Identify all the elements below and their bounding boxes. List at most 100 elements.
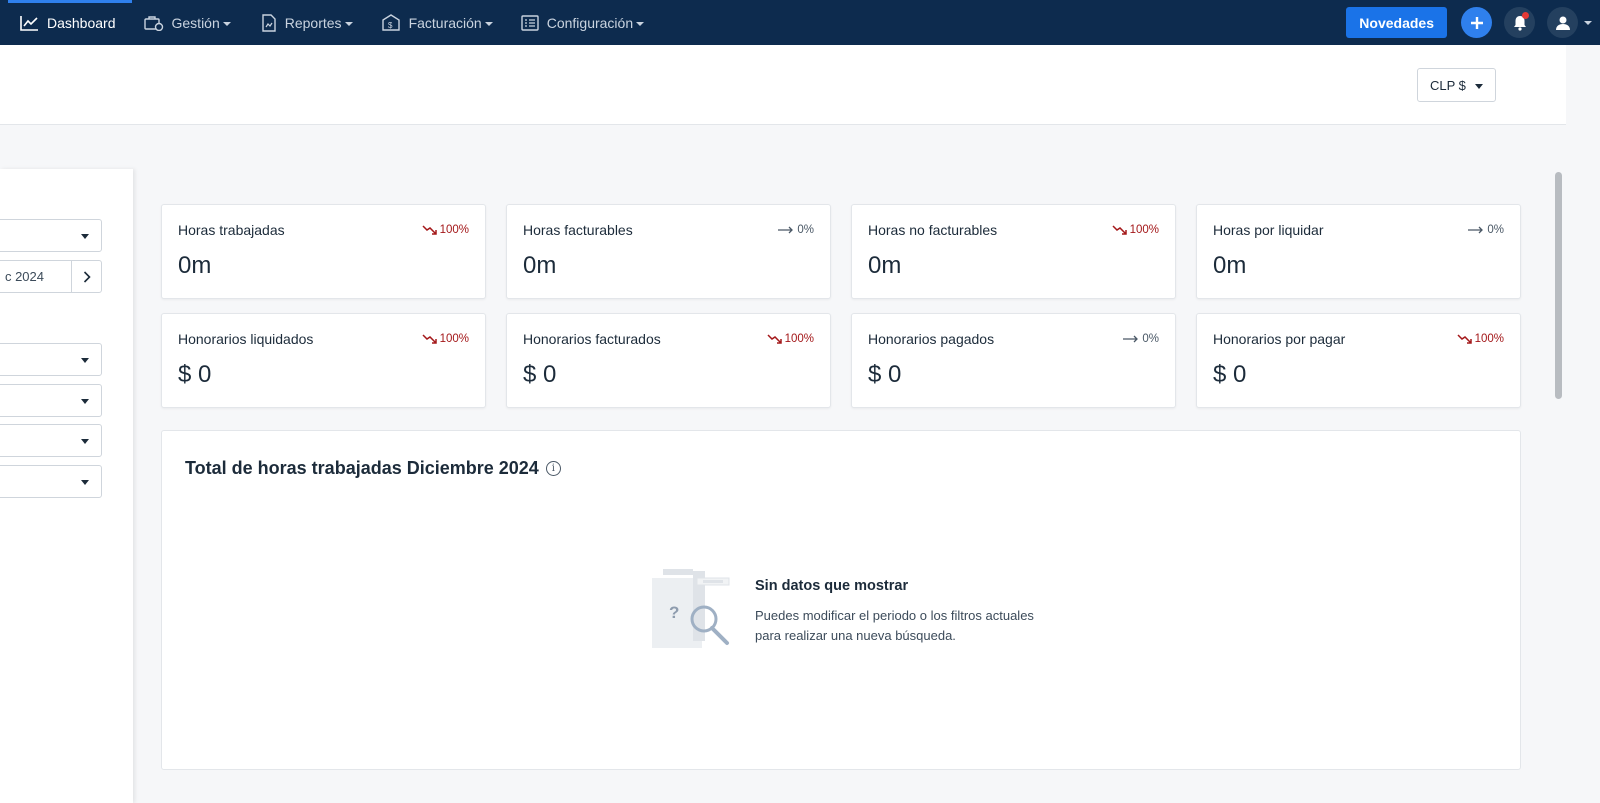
chevron-right-icon (83, 270, 91, 283)
novedades-button[interactable]: Novedades (1346, 7, 1447, 38)
kpi-label: Honorarios liquidados (178, 331, 314, 347)
user-icon (1555, 16, 1570, 30)
nav-configuracion[interactable]: Configuración (511, 0, 654, 45)
nav-reportes-label: Reportes (284, 14, 342, 31)
kpi-trend-value: 0% (797, 224, 814, 236)
chevron-down-icon (636, 21, 645, 26)
kpi-trend-value: 100% (439, 224, 469, 236)
scrollbar[interactable] (1553, 169, 1566, 803)
filter-select-1[interactable] (0, 343, 102, 376)
kpi-trend: 0% (1123, 333, 1159, 345)
nav-gestion-label: Gestión (171, 14, 220, 31)
kpi-card: Horas por liquidar 0% 0m (1196, 204, 1521, 299)
kpi-trend: 100% (422, 333, 469, 345)
notifications-button[interactable] (1504, 7, 1535, 38)
kpi-trend: 0% (1468, 224, 1504, 236)
chevron-down-icon (222, 21, 231, 26)
chart-title-text: Total de horas trabajadas Diciembre 2024 (185, 458, 539, 478)
currency-value: CLP $ (1430, 77, 1466, 93)
nav-gestion[interactable]: Gestión (134, 0, 241, 45)
kpi-label: Honorarios facturados (523, 331, 661, 347)
kpi-value: $ 0 (523, 361, 557, 388)
active-nav-indicator (8, 0, 132, 3)
list-icon (521, 14, 539, 31)
arrow-right-icon (1468, 226, 1484, 234)
trend-down-icon (767, 334, 782, 344)
filter-select-3[interactable] (0, 424, 102, 457)
empty-state-text: Puedes modificar el periodo o los filtro… (755, 608, 1034, 643)
svg-text:$: $ (388, 21, 393, 30)
nav-facturacion-label: Facturación (408, 14, 482, 31)
kpi-trend-value: 0% (1487, 224, 1504, 236)
briefcase-icon (143, 15, 163, 31)
chevron-down-icon (1475, 84, 1483, 89)
chevron-down-icon (81, 439, 89, 444)
empty-search-illustration-icon: ? (652, 569, 730, 648)
chevron-down-icon (81, 399, 89, 404)
kpi-trend-value: 100% (1474, 333, 1504, 345)
kpi-label: Honorarios pagados (868, 331, 995, 347)
kpi-trend-value: 0% (1142, 333, 1159, 345)
svg-text:?: ? (669, 603, 679, 622)
arrow-right-icon (778, 226, 794, 234)
kpi-trend: 100% (1112, 224, 1159, 236)
top-navbar: Dashboard Gestión Reportes $ Facturación… (0, 0, 1600, 45)
kpi-label: Horas por liquidar (1213, 222, 1324, 238)
nav-reportes[interactable]: Reportes (251, 0, 363, 45)
next-period-button[interactable] (72, 261, 101, 292)
chevron-down-icon (1584, 20, 1592, 25)
kpi-trend: 0% (778, 224, 814, 236)
plus-icon (1470, 16, 1483, 29)
nav-facturacion[interactable]: $ Facturación (371, 0, 503, 45)
filter-select-4[interactable] (0, 465, 102, 498)
date-navigator: c 2024 (0, 260, 102, 293)
kpi-label: Horas no facturables (868, 222, 998, 238)
kpi-label: Horas facturables (523, 222, 633, 238)
scrollbar-thumb[interactable] (1555, 172, 1562, 399)
trend-down-icon (422, 225, 437, 235)
kpi-card: Honorarios pagados 0% $ 0 (851, 313, 1176, 408)
kpi-card: Horas no facturables 100% 0m (851, 204, 1176, 299)
nav-right-actions: Novedades (1346, 0, 1600, 45)
kpi-card: Horas facturables 0% 0m (506, 204, 831, 299)
kpi-value: $ 0 (868, 361, 902, 388)
filter-select-2[interactable] (0, 384, 102, 417)
trend-down-icon (422, 334, 437, 344)
report-icon (262, 13, 276, 32)
kpi-value: 0m (1213, 252, 1247, 279)
currency-select[interactable]: CLP $ (1417, 68, 1496, 102)
arrow-right-icon (1123, 335, 1139, 343)
add-button[interactable] (1461, 7, 1492, 38)
kpi-card: Honorarios liquidados 100% $ 0 (161, 313, 486, 408)
kpi-card: Horas trabajadas 100% 0m (161, 204, 486, 299)
user-menu-button[interactable] (1547, 7, 1578, 38)
kpi-trend: 100% (422, 224, 469, 236)
kpi-trend-value: 100% (1129, 224, 1159, 236)
kpi-trend: 100% (767, 333, 814, 345)
kpi-value: $ 0 (178, 361, 212, 388)
date-value[interactable]: c 2024 (0, 261, 72, 292)
kpi-trend-value: 100% (784, 333, 814, 345)
nav-configuracion-label: Configuración (546, 14, 634, 31)
kpi-trend: 100% (1457, 333, 1504, 345)
chevron-down-icon (81, 234, 89, 239)
chevron-down-icon (81, 358, 89, 363)
kpi-trend-value: 100% (439, 333, 469, 345)
notification-dot (1522, 12, 1529, 19)
period-select[interactable] (0, 219, 102, 252)
kpi-card: Honorarios por pagar 100% $ 0 (1196, 313, 1521, 408)
info-icon[interactable]: i (545, 461, 561, 476)
chevron-down-icon (344, 21, 353, 26)
chart-title: Total de horas trabajadas Diciembre 2024… (185, 458, 561, 479)
kpi-card: Honorarios facturados 100% $ 0 (506, 313, 831, 408)
chevron-down-icon (484, 21, 493, 26)
invoice-icon: $ (381, 13, 400, 31)
kpi-value: 0m (178, 252, 212, 279)
nav-dashboard-label: Dashboard (47, 14, 116, 31)
nav-dashboard[interactable]: Dashboard (10, 0, 126, 45)
chevron-down-icon (81, 480, 89, 485)
kpi-label: Horas trabajadas (178, 222, 285, 238)
empty-state-title: Sin datos que mostrar (755, 578, 909, 594)
trend-down-icon (1457, 334, 1472, 344)
kpi-value: 0m (523, 252, 557, 279)
